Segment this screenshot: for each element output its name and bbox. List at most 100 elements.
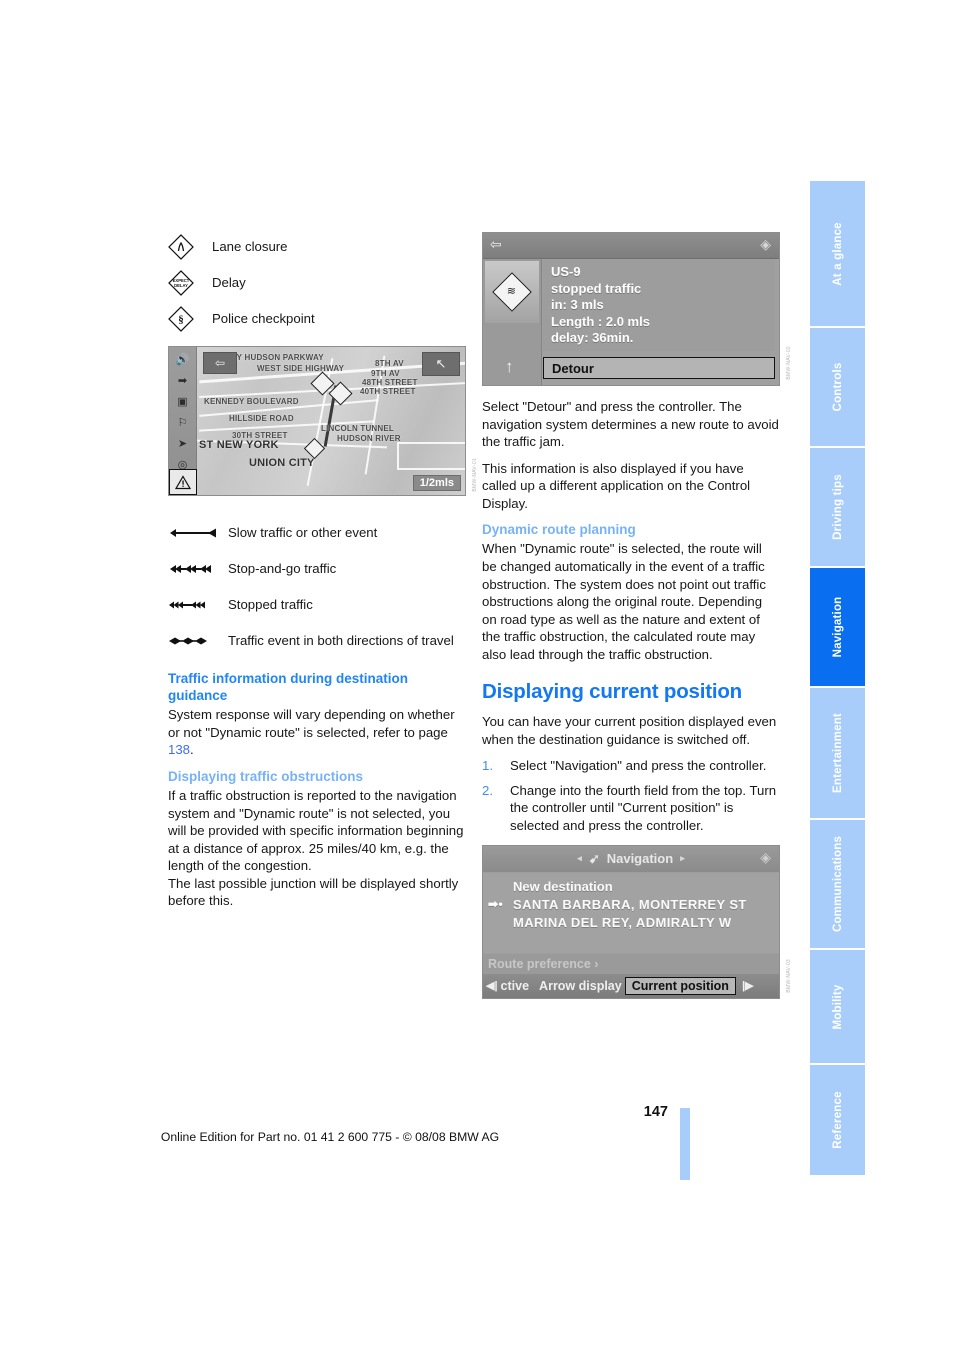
step-text: Select "Navigation" and press the contro…	[510, 758, 767, 774]
tab-label: Reference	[831, 1091, 844, 1149]
chapter-tab-rail: At a glance Controls Driving tips Naviga…	[810, 181, 865, 1177]
back-arrow-icon[interactable]: ⇦	[203, 352, 237, 374]
legend-label: Delay	[212, 275, 246, 291]
footer-accent-bar	[680, 1108, 690, 1180]
instruction-step: 2. Change into the fourth field from the…	[482, 782, 780, 835]
svg-text:DELAY: DELAY	[174, 283, 188, 288]
section-paragraph: The last possible junction will be displ…	[168, 875, 459, 909]
arrow-route-icon[interactable]: ➡	[173, 372, 193, 390]
section-heading: Dynamic route planning	[482, 522, 636, 538]
navigation-arrow-icon: ➹	[588, 850, 600, 866]
page-title: Displaying current position	[482, 680, 742, 704]
menu-item-new-destination[interactable]: New destination	[483, 878, 779, 896]
legend-label: Slow traffic or other event	[228, 525, 378, 541]
sidebar-item-entertainment[interactable]: Entertainment	[810, 688, 865, 820]
menu-list: New destination ➡• SANTA BARBARA, MONTER…	[483, 872, 779, 953]
figure-code: BMW-NAV-03	[786, 958, 792, 993]
traffic-line: stopped traffic	[551, 280, 642, 296]
section-heading: Displaying traffic obstructions	[168, 768, 364, 784]
split-screen-icon[interactable]: ▣	[173, 393, 193, 411]
legend-item: Slow traffic or other event	[168, 518, 466, 548]
sidebar-item-reference[interactable]: Reference	[810, 1065, 865, 1175]
stop-and-go-arrow-icon	[168, 562, 228, 576]
section-body: System response will vary depending on w…	[168, 706, 466, 759]
screen-title: Navigation	[606, 851, 674, 867]
section-displaying-current-position: Displaying current position You can have…	[482, 679, 780, 834]
detour-button[interactable]: Detour	[543, 357, 775, 379]
bottom-toolbar: ◀| ctive Arrow display Current position …	[483, 973, 779, 998]
right-chevron-icon[interactable]: ▸	[680, 853, 685, 864]
section-intro: You can have your current position displ…	[482, 714, 777, 747]
page-reference-link[interactable]: 138	[168, 742, 190, 757]
section-paragraph: If a traffic obstruction is reported to …	[168, 788, 464, 874]
instruction-step: 1. Select "Navigation" and press the con…	[482, 757, 780, 775]
menu-item-destination-2[interactable]: MARINA DEL REY, ADMIRALTY W	[483, 914, 779, 932]
left-scroll-icon[interactable]: ◀|	[483, 979, 501, 992]
sidebar-item-controls[interactable]: Controls	[810, 328, 865, 448]
map-scale-label: 1/2mls	[412, 475, 461, 491]
expect-delay-diamond-icon: EXPECT DELAY	[168, 270, 212, 296]
legend-label: Lane closure	[212, 239, 288, 255]
menu-item-destination-1[interactable]: ➡• SANTA BARBARA, MONTERREY ST	[483, 896, 779, 914]
traffic-line: in: 3 mls	[551, 297, 604, 312]
toolbar-item-current-position[interactable]: Current position	[624, 976, 736, 995]
toolbar-item-arrow-display[interactable]: Arrow display	[539, 979, 622, 993]
traffic-arrow-legend: Slow traffic or other event Stop-and-go …	[168, 518, 466, 656]
section-paragraph: When "Dynamic route" is selected, the ro…	[482, 541, 766, 662]
warning-triangle-icon[interactable]	[169, 469, 197, 495]
tab-label: Entertainment	[831, 713, 844, 793]
section-dynamic-route-planning: Dynamic route planning When "Dynamic rou…	[482, 521, 780, 663]
traffic-info-screenshot: ⇦ ◈ ≋ ↑ US-9 stopped traffic in: 3 mls L…	[482, 232, 780, 386]
traffic-jam-diamond-icon: ≋	[485, 261, 539, 323]
destination-text: SANTA BARBARA, MONTERREY ST	[513, 896, 747, 912]
control-display-paragraph: This information is also displayed if yo…	[482, 460, 751, 511]
status-corner-icon: ◈	[760, 236, 771, 252]
police-checkpoint-diamond-icon: §	[168, 306, 212, 332]
sidebar-item-at-a-glance[interactable]: At a glance	[810, 181, 865, 328]
map-screenshot-wrapper: RY HUDSON PARKWAY WEST SIDE HIGHWAY 8TH …	[168, 346, 478, 496]
edition-line: Online Edition for Part no. 01 41 2 600 …	[160, 1130, 500, 1144]
both-directions-arrow-icon	[168, 634, 228, 648]
screen-titlebar	[483, 233, 779, 259]
legend-item: Traffic event in both directions of trav…	[168, 626, 466, 656]
traffic-screenshot-wrapper: ⇦ ◈ ≋ ↑ US-9 stopped traffic in: 3 mls L…	[482, 232, 792, 386]
lane-closure-diamond-icon	[168, 234, 212, 260]
destination-text: MARINA DEL REY, ADMIRALTY W	[513, 915, 732, 931]
right-scroll-icon[interactable]: |▶	[739, 979, 757, 992]
menu-item-route-preference[interactable]: Route preference ›	[483, 953, 779, 974]
navigation-menu-screenshot: ◂ ➹ Navigation ▸ ◈ New destination ➡• SA…	[482, 844, 780, 999]
up-arrow-icon[interactable]: ↑	[505, 358, 514, 375]
traffic-line: US-9	[551, 264, 581, 279]
legend-label: Police checkpoint	[212, 311, 315, 327]
map-screenshot: RY HUDSON PARKWAY WEST SIDE HIGHWAY 8TH …	[168, 346, 466, 496]
pedestrian-icon[interactable]: ⚐	[173, 414, 193, 432]
sidebar-item-navigation[interactable]: Navigation	[810, 568, 865, 688]
instruction-steps: 1. Select "Navigation" and press the con…	[482, 757, 780, 834]
tab-label: Communications	[831, 835, 844, 933]
figure-code: BMW-NAV-02	[786, 346, 792, 380]
sidebar-item-communications[interactable]: Communications	[810, 820, 865, 950]
section-traffic-information: Traffic information during destination g…	[168, 670, 466, 759]
tab-label: At a glance	[831, 221, 844, 286]
toolbar-item-active[interactable]: ctive	[501, 979, 530, 993]
figure-code: BMW-NAV-01	[472, 458, 478, 492]
legend-item: § Police checkpoint	[168, 304, 466, 334]
left-chevron-icon[interactable]: ◂	[577, 853, 582, 864]
legend-item: Stopped traffic	[168, 590, 466, 620]
right-column: ⇦ ◈ ≋ ↑ US-9 stopped traffic in: 3 mls L…	[482, 232, 792, 999]
tab-label: Controls	[831, 362, 844, 412]
manual-page: Lane closure EXPECT DELAY Delay § Police…	[0, 0, 954, 1350]
destination-marker-icon: ➡•	[488, 896, 504, 911]
sidebar-item-driving-tips[interactable]: Driving tips	[810, 448, 865, 568]
legend-label: Traffic event in both directions of trav…	[228, 633, 454, 649]
back-arrow-icon[interactable]: ⇦	[490, 237, 502, 251]
legend-item: EXPECT DELAY Delay	[168, 268, 466, 298]
sidebar-item-mobility[interactable]: Mobility	[810, 950, 865, 1065]
compass-arrow-icon[interactable]: ↖	[422, 352, 460, 376]
stopped-traffic-arrow-icon	[168, 598, 228, 612]
left-column: Lane closure EXPECT DELAY Delay § Police…	[168, 232, 478, 919]
north-arrow-icon[interactable]: ➤	[173, 435, 193, 453]
traffic-detail-text: US-9 stopped traffic in: 3 mls Length : …	[543, 259, 775, 351]
tab-label: Navigation	[831, 596, 844, 658]
speaker-icon[interactable]: 🔊	[173, 351, 193, 369]
